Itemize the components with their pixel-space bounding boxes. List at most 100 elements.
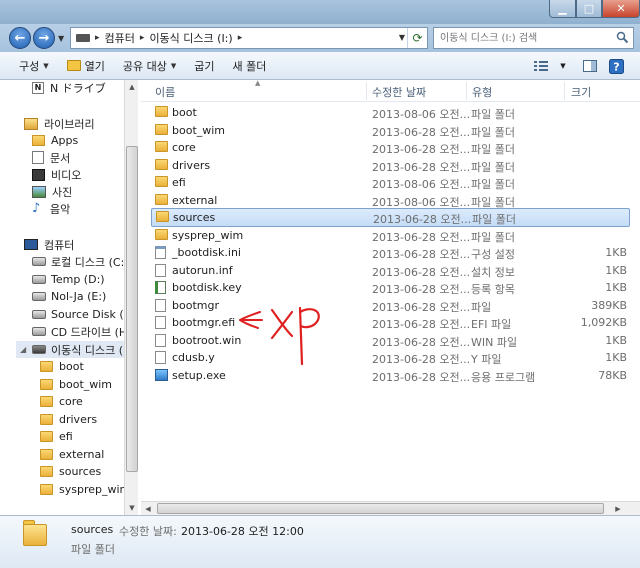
close-button[interactable]: ✕ — [602, 0, 640, 18]
nav-item-n-drive[interactable]: N N ドライブ — [32, 80, 106, 96]
scroll-left-icon[interactable]: ◀ — [141, 502, 155, 516]
preview-pane-button[interactable] — [580, 55, 600, 77]
minimize-button[interactable]: ▁ — [549, 0, 576, 18]
forward-button[interactable]: → — [33, 27, 55, 49]
breadcrumb-removable-disk[interactable]: 이동식 디스크 (I:) — [149, 30, 232, 46]
nav-subfolder-external[interactable]: external — [40, 446, 104, 463]
scroll-right-icon[interactable]: ▶ — [611, 502, 625, 516]
file-type: 구성 설정 — [471, 248, 515, 261]
minimize-icon: ▁ — [558, 2, 567, 15]
breadcrumb-computer[interactable]: 컴퓨터 — [105, 30, 135, 46]
file-type: WIN 파일 — [471, 336, 518, 349]
collapse-arrow-icon[interactable]: ◢ — [20, 345, 26, 354]
view-dropdown-button[interactable]: ▼ — [556, 55, 570, 77]
file-row[interactable]: autorun.inf 2013-06-28 오전... 설치 정보 1KB — [151, 262, 630, 279]
back-button[interactable]: ← — [9, 27, 31, 49]
search-icon[interactable] — [616, 31, 629, 44]
file-row[interactable]: bootmgr 2013-06-28 오전... 파일 389KB — [151, 297, 630, 314]
nav-item-drive-i[interactable]: 이동식 디스크 (I:) — [16, 341, 134, 358]
file-name: drivers — [172, 159, 211, 172]
scroll-up-icon[interactable]: ▲ — [125, 80, 138, 94]
folder-icon — [40, 484, 53, 495]
nav-item-drive-e[interactable]: Nol-Ja (E:) — [32, 288, 106, 305]
nav-item-libraries[interactable]: 라이브러리 — [24, 115, 95, 132]
file-name: setup.exe — [172, 369, 226, 382]
horizontal-scroll-thumb[interactable] — [157, 503, 604, 514]
new-folder-button[interactable]: 새 폴더 — [226, 55, 274, 77]
file-size: 1KB — [605, 351, 627, 364]
column-name[interactable]: 이름 — [155, 84, 175, 100]
details-date-label: 수정한 날짜: — [119, 525, 177, 538]
nav-item-label: 로컬 디스크 (C:) — [51, 255, 129, 269]
folder-icon — [40, 396, 53, 407]
organize-button[interactable]: 구성 ▼ — [12, 55, 56, 77]
file-row[interactable]: efi 2013-08-06 오전... 파일 폴더 — [151, 174, 630, 191]
column-divider[interactable] — [564, 82, 565, 100]
file-row[interactable]: _bootdisk.ini 2013-06-28 오전... 구성 설정 1KB — [151, 244, 630, 261]
chevron-right-icon[interactable]: ▸ — [238, 33, 243, 43]
folder-open-icon — [66, 60, 81, 71]
nav-subfolder-boot[interactable]: boot — [40, 358, 84, 375]
burn-button[interactable]: 굽기 — [187, 55, 221, 77]
file-row[interactable]: boot_wim 2013-06-28 오전... 파일 폴더 — [151, 122, 630, 139]
nav-subfolder-core[interactable]: core — [40, 393, 83, 410]
file-row[interactable]: setup.exe 2013-06-28 오전... 응용 프로그램 78KB — [151, 367, 630, 384]
address-history-dropdown[interactable]: ▼ — [399, 33, 405, 42]
refresh-button[interactable]: ⟳ — [407, 28, 427, 48]
file-row[interactable]: cdusb.y 2013-06-28 오전... Y 파일 1KB — [151, 349, 630, 366]
nav-subfolder-sources[interactable]: sources — [40, 463, 101, 480]
nav-pane-scrollbar[interactable]: ▲ ▼ — [124, 80, 138, 515]
nav-item-documents[interactable]: 문서 — [32, 149, 70, 166]
file-row-selected[interactable]: sources 2013-06-28 오전... 파일 폴더 — [151, 208, 630, 227]
recent-pages-dropdown[interactable]: ▼ — [58, 34, 64, 43]
folder-icon — [155, 124, 168, 135]
file-row[interactable]: bootdisk.key 2013-06-28 오전... 등록 항목 1KB — [151, 279, 630, 296]
nav-item-drive-h[interactable]: CD 드라이브 (H:) — [32, 323, 135, 340]
search-input[interactable] — [434, 28, 610, 48]
file-row[interactable]: drivers 2013-06-28 오전... 파일 폴더 — [151, 157, 630, 174]
file-date: 2013-06-28 오전... — [372, 266, 471, 279]
file-row[interactable]: bootroot.win 2013-06-28 오전... WIN 파일 1KB — [151, 332, 630, 349]
nav-item-music[interactable]: ♪ 음악 — [32, 200, 70, 217]
file-date: 2013-06-28 오전... — [372, 336, 471, 349]
folder-icon — [40, 361, 53, 372]
nav-subfolder-efi[interactable]: efi — [40, 428, 73, 445]
column-divider[interactable] — [366, 82, 367, 100]
nav-item-drive-d[interactable]: Temp (D:) — [32, 271, 105, 288]
file-row[interactable]: sysprep_wim 2013-06-28 오전... 파일 폴더 — [151, 227, 630, 244]
nav-item-videos[interactable]: 비디오 — [32, 166, 81, 183]
file-type: 등록 항목 — [471, 283, 515, 296]
nav-subfolder-drivers[interactable]: drivers — [40, 411, 97, 428]
file-list-scrollbar[interactable]: ◀ ▶ — [141, 501, 640, 515]
nav-item-pictures[interactable]: 사진 — [32, 183, 72, 200]
large-folder-icon — [23, 524, 47, 546]
view-options-button[interactable] — [530, 55, 552, 77]
maximize-button[interactable]: □ — [576, 0, 602, 18]
open-button[interactable]: 열기 — [60, 55, 112, 77]
nav-subfolder-boot-wim[interactable]: boot_wim — [40, 376, 112, 393]
folder-icon — [155, 194, 168, 205]
column-size[interactable]: 크기 — [571, 84, 591, 100]
chevron-right-icon[interactable]: ▸ — [140, 33, 145, 43]
address-bar[interactable]: ▸ 컴퓨터 ▸ 이동식 디스크 (I:) ▸ ▼ ⟳ — [70, 27, 428, 49]
column-divider[interactable] — [466, 82, 467, 100]
share-button[interactable]: 공유 대상 ▼ — [116, 55, 183, 77]
file-row[interactable]: boot 2013-08-06 오전... 파일 폴더 — [151, 104, 630, 121]
file-row[interactable]: core 2013-06-28 오전... 파일 폴더 — [151, 139, 630, 156]
nav-item-label: sysprep_wim — [59, 483, 131, 496]
chevron-right-icon[interactable]: ▸ — [95, 33, 100, 43]
nav-item-apps[interactable]: Apps — [32, 132, 78, 149]
nav-item-drive-f[interactable]: Source Disk (F:) — [32, 306, 137, 323]
nav-item-drive-c[interactable]: 로컬 디스크 (C:) — [32, 253, 129, 270]
column-type[interactable]: 유형 — [472, 84, 492, 100]
file-type: 파일 폴더 — [471, 126, 515, 139]
nav-item-computer[interactable]: 컴퓨터 — [24, 236, 74, 253]
help-button[interactable]: ? — [606, 55, 626, 77]
scroll-down-icon[interactable]: ▼ — [125, 501, 138, 515]
file-row[interactable]: bootmgr.efi 2013-06-28 오전... EFI 파일 1,09… — [151, 314, 630, 331]
column-date[interactable]: 수정한 날짜 — [372, 84, 426, 100]
pictures-icon — [32, 185, 46, 198]
nav-subfolder-sysprep-wim[interactable]: sysprep_wim — [40, 481, 130, 498]
nav-scroll-thumb[interactable] — [126, 146, 138, 472]
file-row[interactable]: external 2013-08-06 오전... 파일 폴더 — [151, 192, 630, 209]
